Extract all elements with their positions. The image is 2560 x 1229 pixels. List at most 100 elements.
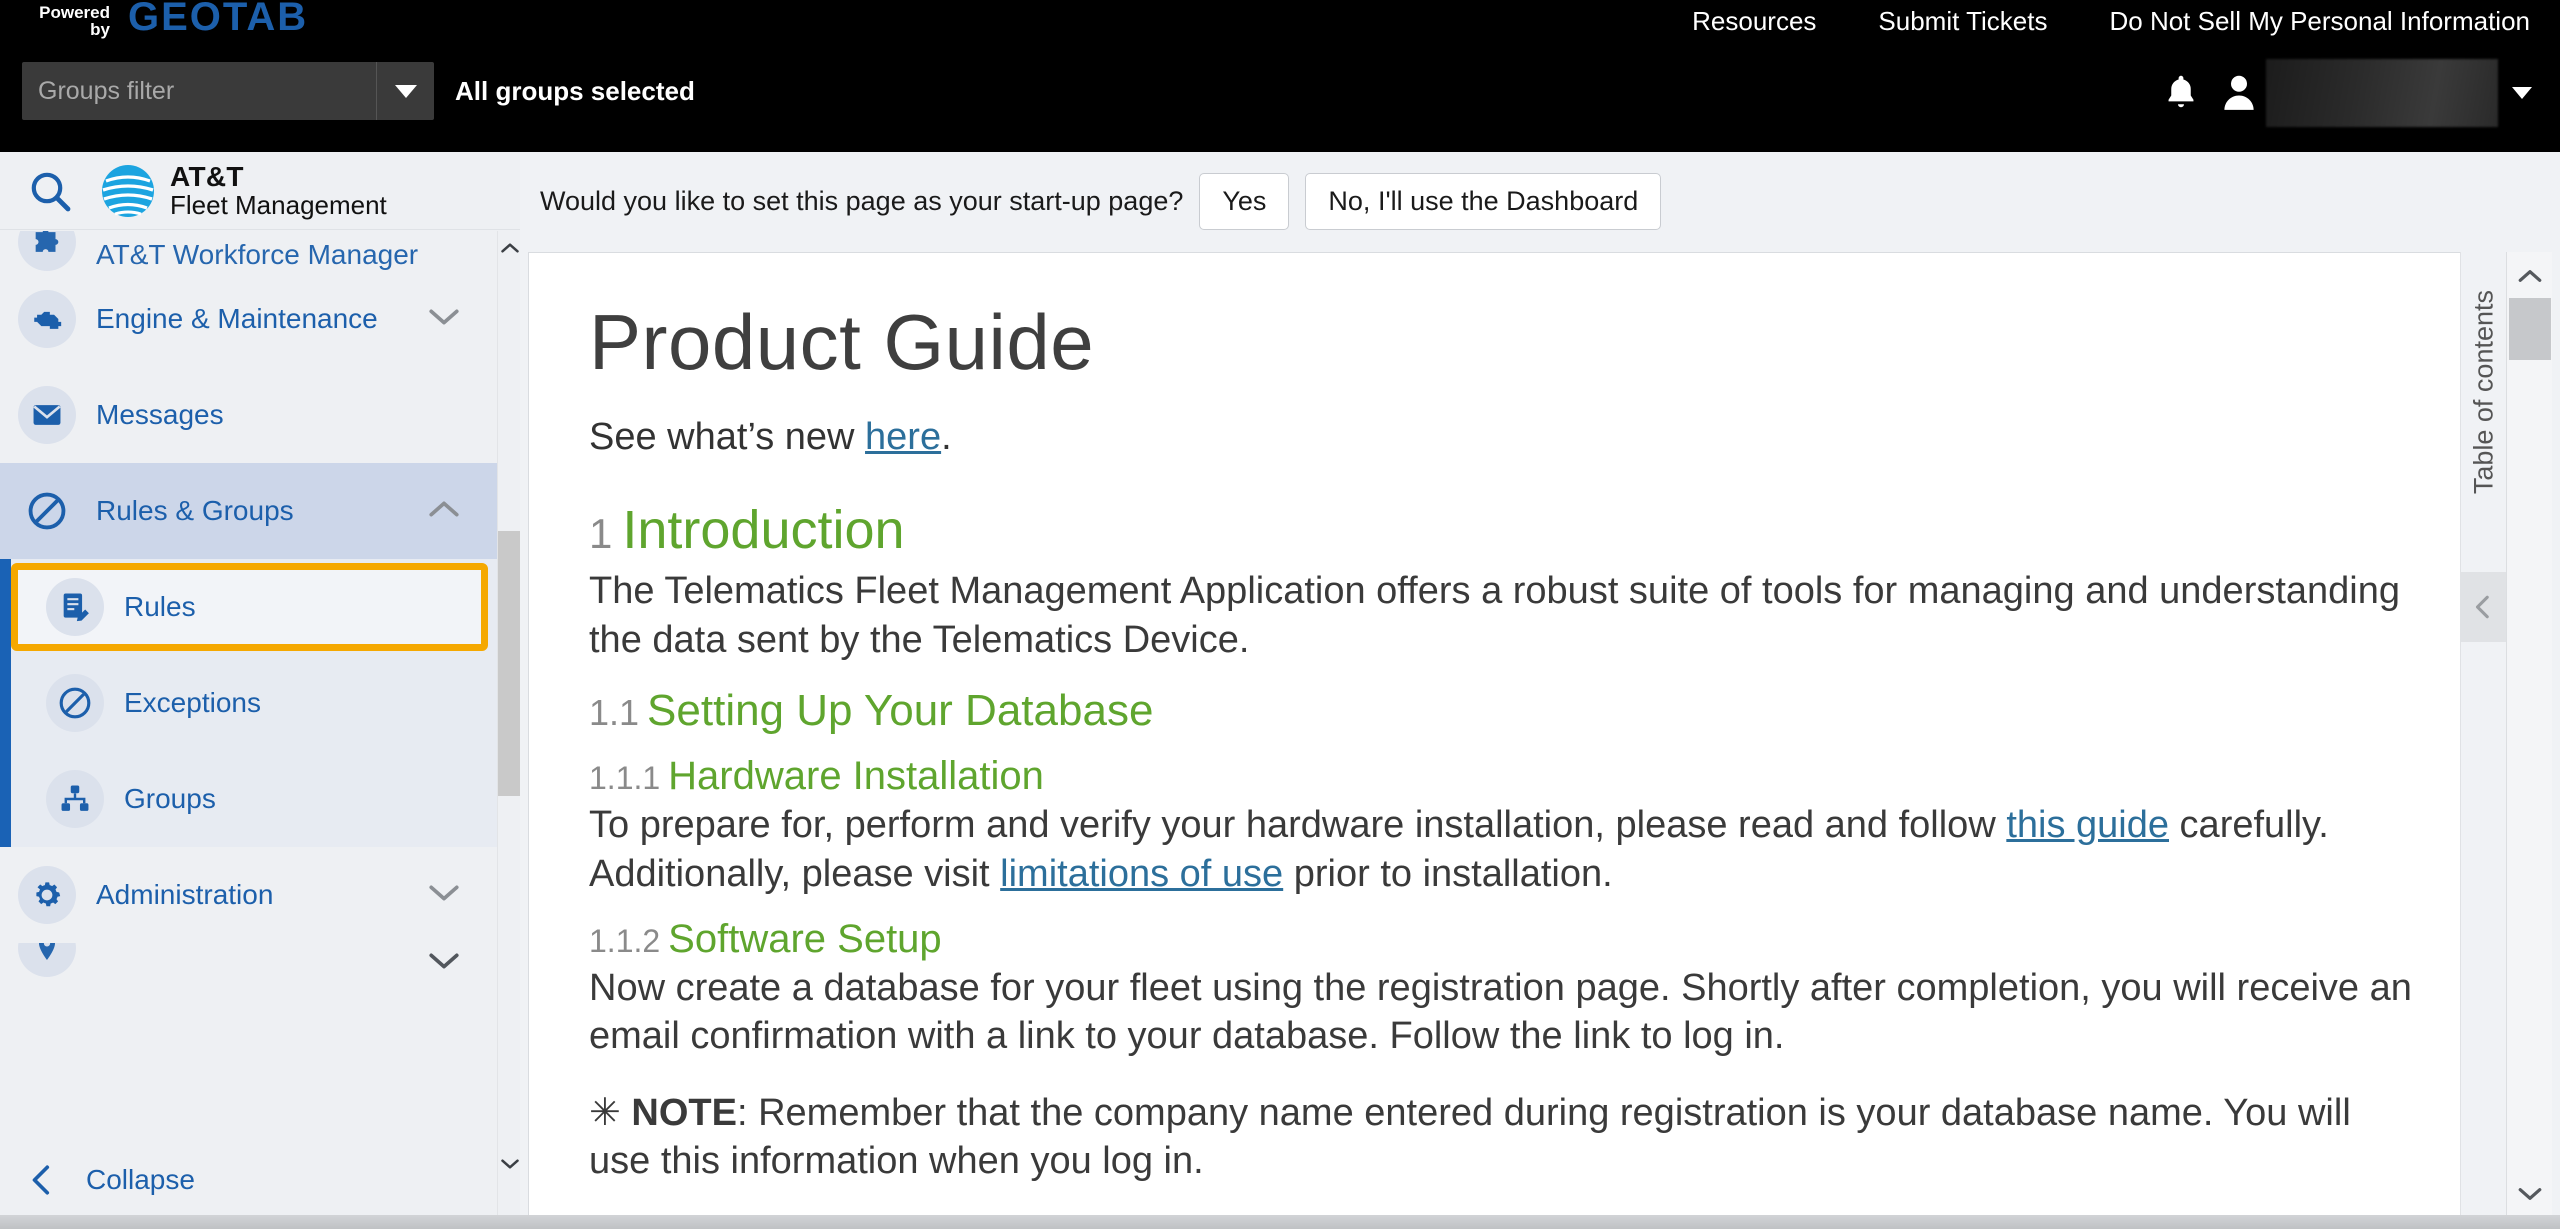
do-not-sell-link[interactable]: Do Not Sell My Personal Information (2109, 6, 2530, 37)
top-bar: Powered by GEOTAB All groups selected Re… (0, 0, 2560, 152)
chevron-down-icon[interactable] (427, 306, 461, 333)
sidebar-scroll-up-button[interactable] (498, 233, 520, 263)
sidebar-item-partially-visible[interactable] (0, 943, 497, 977)
sidebar-item-administration[interactable]: Administration (0, 847, 497, 943)
sidebar-item-workforce-manager[interactable]: AT&T Workforce Manager (0, 231, 497, 271)
page-bottom-shadow (0, 1215, 2560, 1229)
startup-page-prompt: Would you like to set this page as your … (520, 152, 2560, 250)
startup-yes-button[interactable]: Yes (1199, 172, 1290, 230)
section-title: Setting Up Your Database (647, 686, 1154, 736)
whats-new-here-link[interactable]: here (865, 416, 941, 458)
sidebar-item-label: Engine & Maintenance (96, 303, 378, 334)
hardware-installation-paragraph: To prepare for, perform and verify your … (589, 801, 2419, 898)
sidebar-scroll-thumb[interactable] (498, 531, 520, 796)
sidebar-subnav-rules-groups: Rules Exceptions Groups (0, 559, 497, 847)
rules-circle-icon (18, 482, 76, 540)
chevron-left-icon (2475, 595, 2489, 619)
gear-icon (18, 866, 76, 924)
sidebar-item-label: Administration (96, 879, 274, 910)
sidebar-item-label: AT&T Workforce Manager (96, 239, 419, 270)
user-name-redacted[interactable] (2266, 59, 2498, 127)
note-paragraph: ✳ NOTE: Remember that the company name e… (589, 1089, 2419, 1186)
chevron-down-icon[interactable] (427, 882, 461, 909)
user-avatar-button[interactable] (2212, 73, 2266, 113)
att-brand-line-1: AT&T (170, 161, 244, 193)
startup-prompt-question: Would you like to set this page as your … (540, 185, 1184, 216)
user-menu-chevron-down-icon[interactable] (2512, 87, 2532, 99)
section-number: 1.1.2 (589, 922, 661, 959)
section-title: Software Setup (668, 916, 942, 961)
main-content: Would you like to set this page as your … (520, 152, 2560, 1229)
powered-by-label: Powered by (30, 4, 110, 38)
section-number: 1.1 (589, 692, 640, 734)
sidebar-item-label: Groups (124, 783, 216, 814)
groups-selected-label: All groups selected (455, 76, 695, 106)
bell-icon (2168, 75, 2194, 108)
groups-hierarchy-icon (46, 770, 104, 828)
chevron-down-icon[interactable] (427, 950, 461, 977)
person-icon (2224, 75, 2254, 110)
sidebar-item-label: Messages (96, 399, 224, 430)
table-of-contents-label[interactable]: Table of contents (2468, 290, 2499, 494)
sidebar-item-label: Exceptions (124, 687, 261, 718)
groups-filter-dropdown-button[interactable] (376, 62, 434, 120)
startup-no-button[interactable]: No, I'll use the Dashboard (1305, 172, 1662, 230)
chevron-down-icon (500, 1159, 519, 1169)
note-label: NOTE (631, 1091, 737, 1134)
software-setup-paragraph: Now create a database for your fleet usi… (589, 966, 2412, 1058)
sidebar-item-engine-maintenance[interactable]: Engine & Maintenance (0, 271, 497, 367)
limitations-of-use-link[interactable]: limitations of use (1000, 853, 1283, 895)
sidebar-item-label: Rules (124, 591, 196, 622)
section-number: 1.1.1 (589, 760, 661, 797)
sidebar-item-rules[interactable]: Rules (0, 559, 497, 655)
section-title: Hardware Installation (668, 754, 1044, 799)
att-fleet-logo: AT&T Fleet Management (100, 162, 387, 219)
groups-filter[interactable] (22, 62, 434, 120)
att-brand-line-2: Fleet Management (170, 189, 387, 220)
chevron-down-icon (2518, 1188, 2542, 1200)
map-pin-icon (18, 943, 76, 977)
section-heading-introduction: 1 Introduction (589, 499, 2429, 561)
hw-text-3: prior to installation. (1283, 852, 1613, 895)
note-text: : Remember that the company name entered… (589, 1091, 2351, 1183)
engine-icon (18, 290, 76, 348)
document-scrollbar[interactable] (2506, 252, 2552, 1218)
document-scroll-thumb[interactable] (2509, 298, 2551, 360)
exception-icon (46, 674, 104, 732)
groups-filter-input[interactable] (22, 62, 376, 120)
chevron-up-icon[interactable] (427, 498, 461, 525)
notifications-button[interactable] (2150, 73, 2212, 113)
geotab-logo: GEOTAB (128, 0, 309, 39)
document-scroll-down-button[interactable] (2507, 1174, 2553, 1214)
search-icon (31, 172, 71, 211)
sidebar-item-messages[interactable]: Messages (0, 367, 497, 463)
table-of-contents-toggle-button[interactable] (2461, 572, 2507, 642)
whats-new-prefix: See what’s new (589, 416, 866, 458)
section-heading-hardware-installation: 1.1.1 Hardware Installation (589, 754, 2429, 799)
sidebar-scroll-down-button[interactable] (498, 1149, 520, 1179)
product-guide-document: Product Guide See what’s new here. 1 Intr… (528, 252, 2490, 1218)
att-globe-icon (102, 164, 154, 217)
sidebar-item-groups[interactable]: Groups (0, 751, 497, 847)
whats-new-line: See what’s new here. (589, 416, 2429, 459)
puzzle-icon (18, 231, 76, 271)
document-scroll-up-button[interactable] (2507, 256, 2553, 296)
whats-new-suffix: . (941, 416, 952, 458)
this-guide-link[interactable]: this guide (2006, 804, 2169, 846)
sidebar-item-rules-and-groups[interactable]: Rules & Groups (0, 463, 497, 559)
chevron-down-icon (394, 84, 417, 98)
top-links: Resources Submit Tickets Do Not Sell My … (1692, 6, 2530, 37)
hw-text-1: To prepare for, perform and verify your … (589, 804, 2007, 847)
chevron-up-icon (2518, 270, 2542, 282)
search-button[interactable] (0, 167, 100, 215)
sidebar-scrollbar[interactable] (497, 231, 520, 1229)
powered-line-1: Powered (39, 3, 110, 22)
submit-tickets-link[interactable]: Submit Tickets (1878, 6, 2047, 37)
chevron-up-icon (500, 243, 519, 253)
resources-link[interactable]: Resources (1692, 6, 1816, 37)
asterisk-icon: ✳ (589, 1091, 621, 1134)
table-of-contents-rail: Table of contents (2460, 252, 2507, 1218)
top-icon-group (2150, 59, 2532, 127)
sidebar-item-exceptions[interactable]: Exceptions (0, 655, 497, 751)
chevron-left-icon (32, 1165, 50, 1195)
